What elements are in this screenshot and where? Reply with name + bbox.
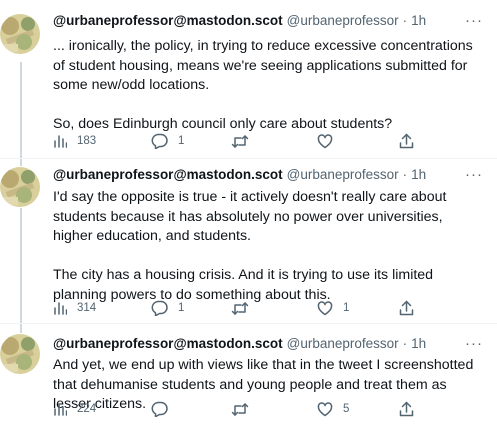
reply-count: 1 <box>178 302 185 314</box>
views-count: 224 <box>77 403 97 415</box>
like-count: 5 <box>343 403 350 415</box>
like-button[interactable] <box>317 132 343 150</box>
user-handle[interactable]: @urbaneprofessor <box>287 167 399 182</box>
share-upload-icon <box>399 133 414 149</box>
like-button[interactable]: 1 <box>317 299 349 317</box>
display-name[interactable]: @urbaneprofessor@mastodon.scot <box>53 167 283 182</box>
bar-chart-icon <box>53 402 67 416</box>
reply-count: 1 <box>178 135 185 147</box>
avatar[interactable] <box>0 14 40 54</box>
tweet-paragraph: I'd say the opposite is true - it active… <box>53 189 447 244</box>
bar-chart-icon <box>53 134 67 148</box>
separator-dot: · <box>402 167 408 182</box>
tweet-header: @urbaneprofessor@mastodon.scot @urbanepr… <box>53 167 426 187</box>
speech-bubble-icon <box>151 401 168 417</box>
views-count: 183 <box>77 135 97 147</box>
reply-button[interactable]: 1 <box>151 299 184 317</box>
tweet-text: I'd say the opposite is true - it active… <box>53 188 483 305</box>
timestamp[interactable]: 1h <box>411 167 426 182</box>
tweet[interactable]: @urbaneprofessor@mastodon.scot @urbanepr… <box>0 324 497 430</box>
tweet-actions: 314 1 1 <box>53 299 473 317</box>
speech-bubble-icon <box>151 133 168 149</box>
more-dots-icon[interactable]: ··· <box>465 166 483 183</box>
more-dots-icon[interactable]: ··· <box>465 335 483 352</box>
views-count: 314 <box>77 302 97 314</box>
tweet-actions: 224 5 <box>53 400 473 418</box>
tweet-paragraph: ... ironically, the policy, in trying to… <box>53 38 473 93</box>
heart-icon <box>317 133 333 149</box>
like-button[interactable]: 5 <box>317 400 349 418</box>
reply-button[interactable] <box>151 400 178 418</box>
views-button[interactable]: 183 <box>53 132 96 150</box>
separator-dot: · <box>402 336 408 351</box>
retweet-icon <box>231 134 249 149</box>
tweet-header: @urbaneprofessor@mastodon.scot @urbanepr… <box>53 13 426 33</box>
retweet-button[interactable] <box>231 299 259 317</box>
separator-dot: · <box>402 13 408 28</box>
retweet-button[interactable] <box>231 132 259 150</box>
share-upload-icon <box>399 300 414 316</box>
bar-chart-icon <box>53 301 67 315</box>
tweet-header: @urbaneprofessor@mastodon.scot @urbanepr… <box>53 336 426 356</box>
heart-icon <box>317 300 333 316</box>
like-count: 1 <box>343 302 350 314</box>
avatar[interactable] <box>0 167 40 207</box>
views-button[interactable]: 224 <box>53 400 96 418</box>
share-button[interactable] <box>399 132 414 150</box>
tweet[interactable]: @urbaneprofessor@mastodon.scot @urbanepr… <box>0 0 497 160</box>
timestamp[interactable]: 1h <box>411 336 426 351</box>
user-handle[interactable]: @urbaneprofessor <box>287 13 399 28</box>
share-upload-icon <box>399 401 414 417</box>
share-button[interactable] <box>399 400 414 418</box>
tweet-text: ... ironically, the policy, in trying to… <box>53 37 483 135</box>
retweet-icon <box>231 301 249 316</box>
heart-icon <box>317 401 333 417</box>
tweet-actions: 183 1 <box>53 132 473 150</box>
views-button[interactable]: 314 <box>53 299 96 317</box>
speech-bubble-icon <box>151 300 168 316</box>
more-dots-icon[interactable]: ··· <box>465 12 483 29</box>
share-button[interactable] <box>399 299 414 317</box>
retweet-button[interactable] <box>231 400 259 418</box>
avatar[interactable] <box>0 334 40 374</box>
reply-button[interactable]: 1 <box>151 132 184 150</box>
display-name[interactable]: @urbaneprofessor@mastodon.scot <box>53 336 283 351</box>
user-handle[interactable]: @urbaneprofessor <box>287 336 399 351</box>
tweet[interactable]: @urbaneprofessor@mastodon.scot @urbanepr… <box>0 159 497 321</box>
timestamp[interactable]: 1h <box>411 13 426 28</box>
retweet-icon <box>231 402 249 417</box>
display-name[interactable]: @urbaneprofessor@mastodon.scot <box>53 13 283 28</box>
